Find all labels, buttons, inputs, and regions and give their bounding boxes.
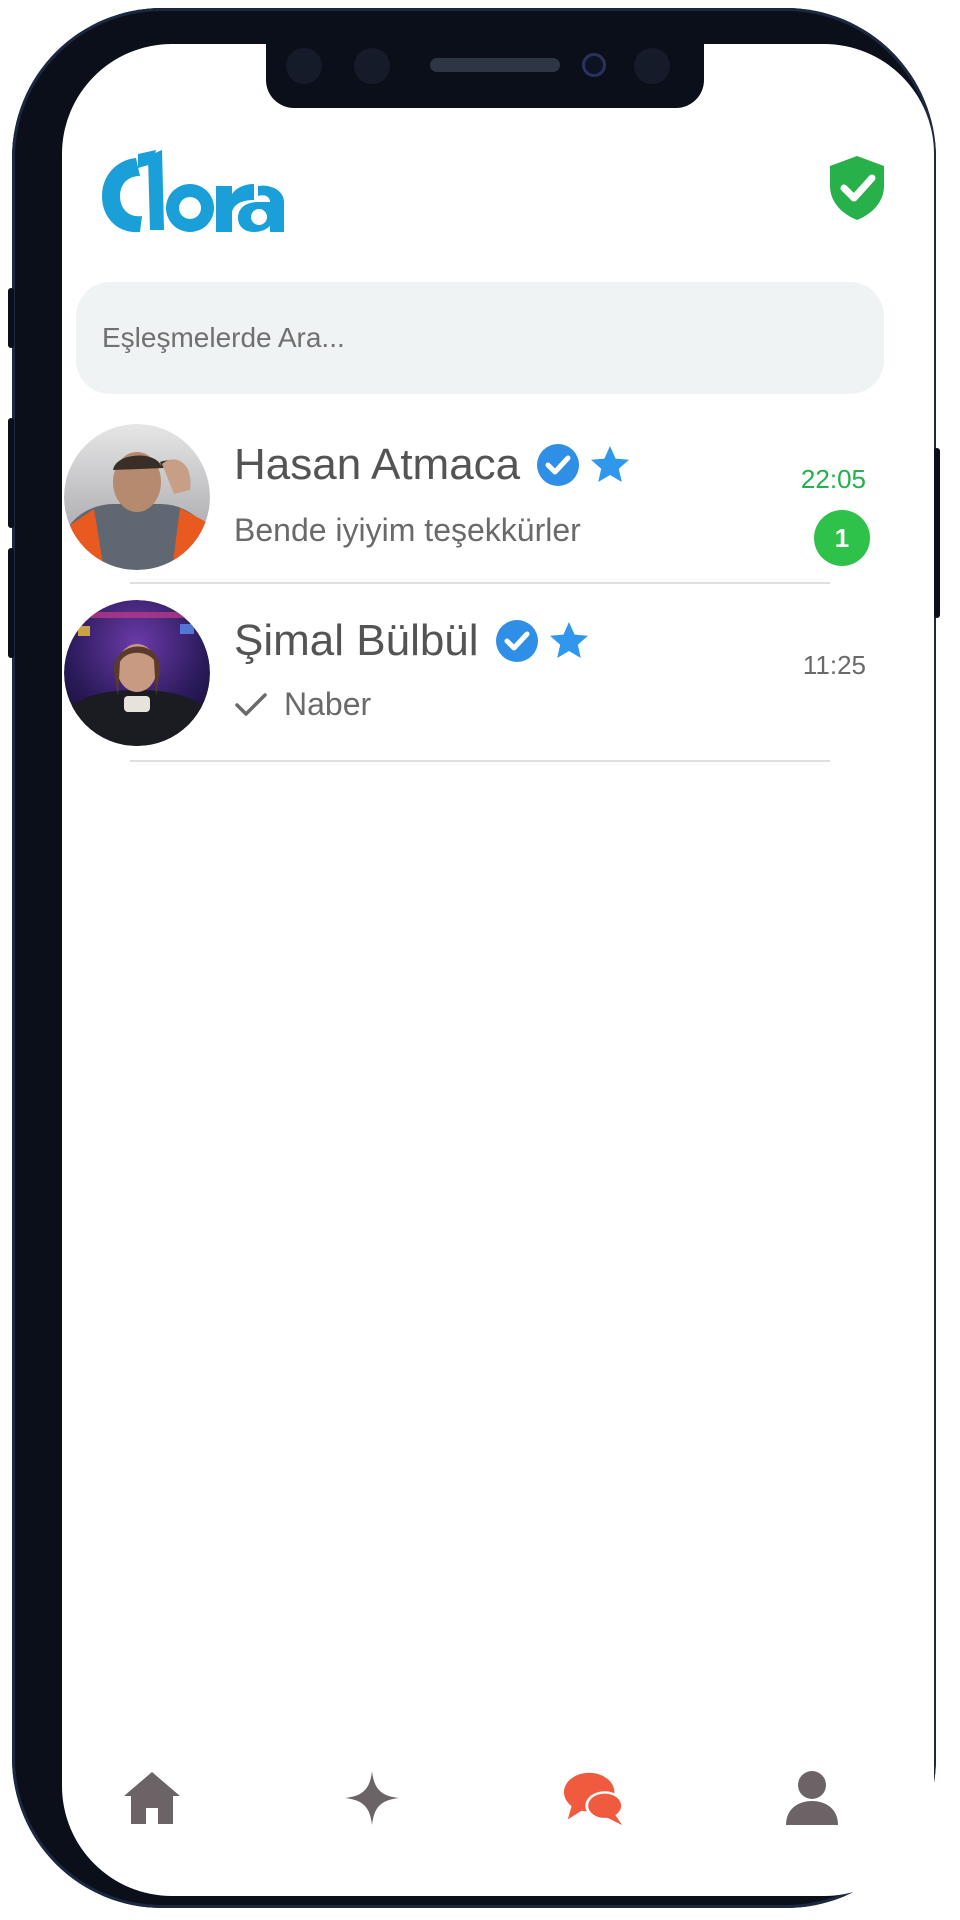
message-time: 22:05 [800,464,866,494]
volume-down-button [8,548,14,658]
mute-switch [8,288,14,348]
star-icon [549,622,588,658]
earpiece-speaker [430,58,560,72]
front-camera [582,53,606,77]
last-message: Naber [234,686,371,723]
contact-name-text: Hasan Atmaca [234,440,521,489]
sensor [634,48,670,84]
row-divider [130,582,830,584]
unread-count-badge: 1 [814,510,870,566]
last-message-text: Bende iyiyim teşekkürler [234,512,581,548]
home-icon [124,1772,180,1824]
verified-badge-icon [537,444,580,486]
conversation-row[interactable]: Hasan Atmaca Bende iyiyim teşekkürler 22… [50,414,922,594]
notch [266,36,704,108]
row-divider [130,760,830,762]
contact-name: Şimal Bülbül [234,616,591,666]
volume-up-button [8,418,14,528]
last-message-text: Naber [284,686,372,722]
sparkle-icon [345,1771,399,1825]
search-bar[interactable] [76,282,884,394]
tab-discover[interactable] [340,1766,404,1830]
bottom-tab-bar [50,1748,922,1848]
sensor [286,48,322,84]
chat-icon [563,1772,625,1826]
tab-home[interactable] [120,1766,184,1830]
tab-profile[interactable] [780,1766,844,1830]
avatar[interactable] [64,424,210,570]
power-button [934,448,940,618]
contact-name: Hasan Atmaca [234,440,632,490]
tab-messages[interactable] [562,1766,626,1830]
dora-logo [102,150,284,233]
profile-icon [786,1771,838,1825]
star-icon [591,446,630,482]
message-time: 11:25 [802,650,866,680]
verified-badge-icon [495,620,538,662]
contact-name-text: Şimal Bülbül [234,616,479,665]
check-icon [235,692,267,716]
search-input[interactable] [100,321,860,355]
conversation-row[interactable]: Şimal Bülbül Naber 11:25 [50,594,922,774]
verified-shield-icon[interactable] [828,156,886,220]
avatar[interactable] [64,600,210,746]
last-message: Bende iyiyim teşekkürler [234,512,581,549]
sensor [354,48,390,84]
